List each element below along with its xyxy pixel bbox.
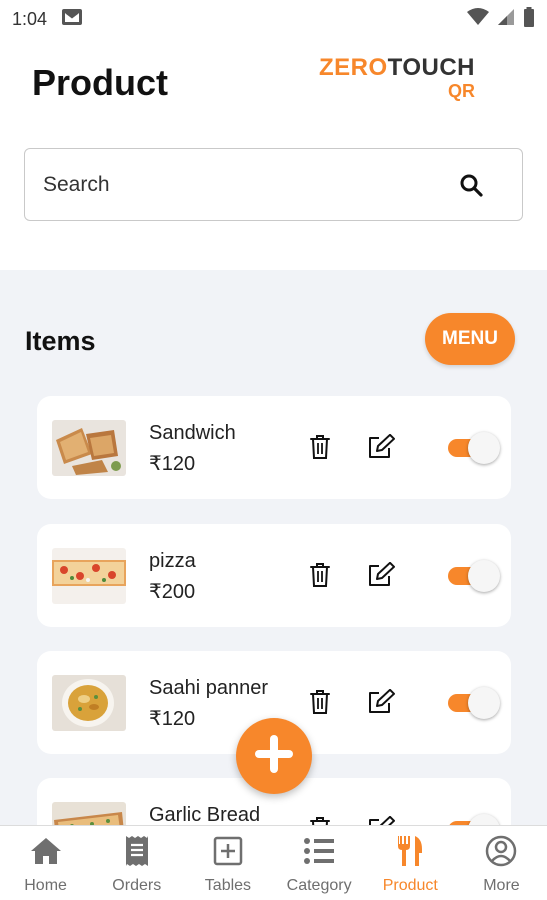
nav-item-category[interactable]: Category xyxy=(274,826,365,900)
search-input[interactable] xyxy=(43,172,458,197)
nav-label-orders: Orders xyxy=(112,877,162,894)
battery-icon xyxy=(523,6,535,32)
items-heading: Items xyxy=(25,326,96,356)
nav-item-tables[interactable]: Tables xyxy=(182,826,273,900)
trash-icon[interactable] xyxy=(305,560,335,590)
logo-zero-text: ZERO xyxy=(318,54,388,81)
menu-button[interactable]: MENU xyxy=(425,313,515,365)
edit-icon[interactable] xyxy=(365,814,397,825)
home-icon xyxy=(29,834,63,868)
nav-label-more: More xyxy=(483,877,520,894)
sandwich-image xyxy=(52,420,126,476)
nav-item-orders[interactable]: Orders xyxy=(91,826,182,900)
pizza-image xyxy=(52,548,126,604)
garlic-bread-image xyxy=(52,802,126,825)
availability-toggle[interactable] xyxy=(448,814,500,825)
edit-icon[interactable] xyxy=(365,432,397,462)
status-bar: 1:04 xyxy=(0,0,547,38)
product-card[interactable]: Sandwich ₹120 xyxy=(37,396,511,499)
app-logo: ZEROTOUCH QR xyxy=(318,54,475,101)
nav-label-product: Product xyxy=(382,877,438,894)
status-time: 1:04 xyxy=(12,8,48,29)
nav-item-more[interactable]: More xyxy=(456,826,547,900)
product-card[interactable]: pizza ₹200 xyxy=(37,524,511,627)
plus-icon xyxy=(252,732,296,781)
product-name: Garlic Bread xyxy=(149,804,261,825)
nav-label-tables: Tables xyxy=(204,877,252,894)
bottom-navigation: Home Orders Tables Category Product More xyxy=(0,825,547,900)
add-product-button[interactable] xyxy=(236,718,312,794)
page-title: Product xyxy=(32,62,169,103)
search-box[interactable] xyxy=(24,148,523,221)
gmail-notification-icon xyxy=(61,8,83,31)
cutlery-icon xyxy=(393,834,427,868)
logo-qr-text: QR xyxy=(448,81,475,101)
nav-item-home[interactable]: Home xyxy=(0,826,91,900)
signal-icon xyxy=(497,8,515,31)
product-price: ₹200 xyxy=(149,581,196,603)
availability-toggle[interactable] xyxy=(448,432,500,464)
plus-square-icon xyxy=(211,834,245,868)
header: Product ZEROTOUCH QR xyxy=(0,38,547,138)
user-circle-icon xyxy=(484,834,518,868)
edit-icon[interactable] xyxy=(365,560,397,590)
receipt-icon xyxy=(120,834,154,868)
trash-icon[interactable] xyxy=(305,687,335,717)
list-icon xyxy=(302,834,336,868)
product-price: ₹120 xyxy=(149,453,196,475)
nav-label-category: Category xyxy=(286,877,352,894)
curry-image xyxy=(52,675,126,731)
availability-toggle[interactable] xyxy=(448,560,500,592)
nav-label-home: Home xyxy=(24,877,67,894)
product-name: Saahi panner xyxy=(149,677,268,699)
trash-icon[interactable] xyxy=(305,814,335,825)
search-icon[interactable] xyxy=(458,172,484,198)
product-price: ₹120 xyxy=(149,708,196,730)
nav-item-product[interactable]: Product xyxy=(365,826,456,900)
product-name: Sandwich xyxy=(149,422,236,444)
product-name: pizza xyxy=(149,550,196,572)
availability-toggle[interactable] xyxy=(448,687,500,719)
logo-touch-text: TOUCH xyxy=(387,54,475,81)
wifi-icon xyxy=(467,7,489,31)
trash-icon[interactable] xyxy=(305,432,335,462)
edit-icon[interactable] xyxy=(365,687,397,717)
